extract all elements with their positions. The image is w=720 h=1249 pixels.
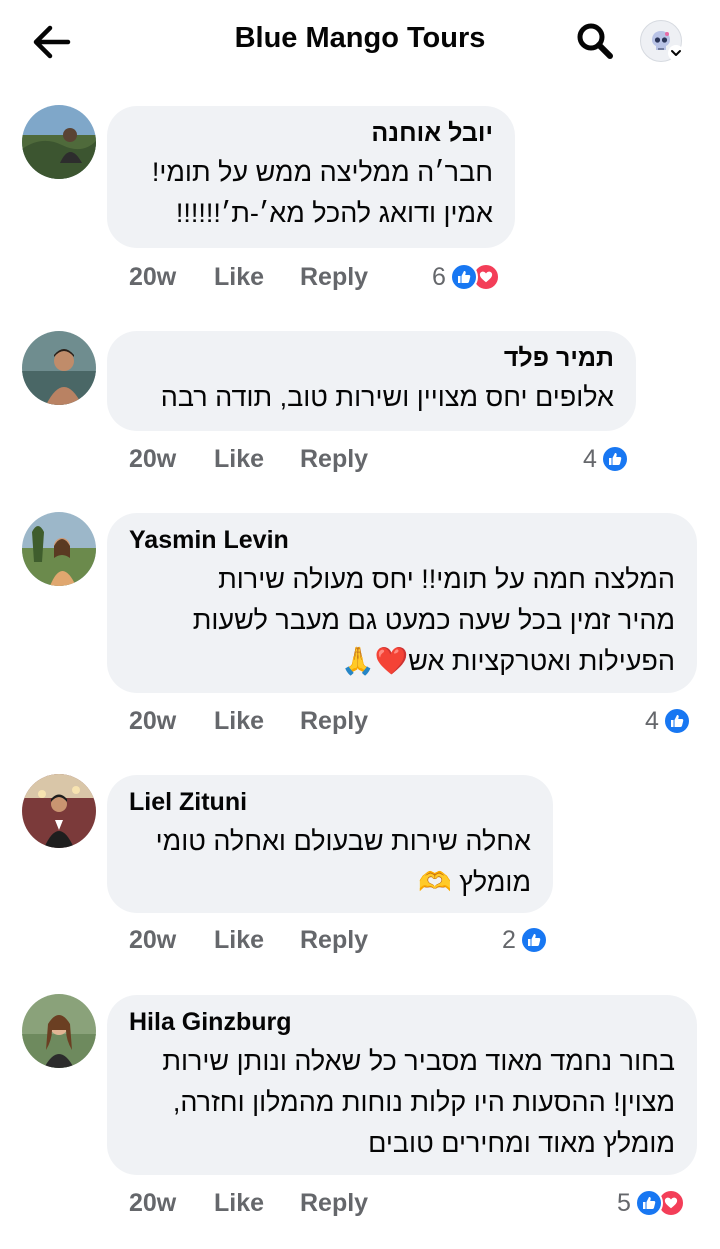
comment-author[interactable]: יובל אוחנה	[129, 118, 493, 148]
comment-text-line: אלופים יחס מצויין ושירות טוב, תודה רבה	[160, 382, 614, 412]
comment-text: המלצה חמה על תומי!! יחס מעולה שירות מהיר…	[129, 559, 675, 682]
comment-bubble: יובל אוחנה חבר׳ה ממליצה ממש על תומי! אמי…	[107, 106, 515, 248]
reaction-count: 5	[617, 1189, 631, 1217]
comment-actions: 20w Like Reply 4	[129, 704, 709, 738]
avatar[interactable]	[22, 994, 96, 1068]
arrow-left-icon	[33, 25, 71, 59]
reply-button[interactable]: Reply	[300, 442, 368, 476]
comment-text: חבר׳ה ממליצה ממש על תומי! אמין ודואג להכ…	[129, 152, 493, 234]
avatar[interactable]	[22, 331, 96, 405]
search-button[interactable]	[570, 16, 620, 66]
like-button[interactable]: Like	[214, 704, 264, 738]
comment-author[interactable]: Hila Ginzburg	[129, 1007, 675, 1037]
comment-bubble: Liel Zituni אחלה שירות שבעולם ואחלה טומי…	[107, 775, 553, 913]
comment-actions: 20w Like Reply 6	[129, 260, 709, 294]
back-button[interactable]	[26, 16, 78, 68]
comment-bubble: Yasmin Levin המלצה חמה על תומי!! יחס מעו…	[107, 513, 697, 693]
reactions-summary[interactable]: 5	[617, 1186, 685, 1220]
reactions-summary[interactable]: 2	[502, 923, 548, 957]
comment-actions: 20w Like Reply 4	[129, 442, 709, 476]
comment-bubble: Hila Ginzburg בחור נחמד מאוד מסביר כל שא…	[107, 995, 697, 1175]
comment-time[interactable]: 20w	[129, 923, 176, 957]
comment-author[interactable]: תמיר פלד	[129, 343, 614, 373]
like-button[interactable]: Like	[214, 260, 264, 294]
thumbs-up-icon	[662, 707, 691, 735]
reaction-count: 4	[645, 707, 659, 735]
comment-text-line: חבר׳ה ממליצה ממש על תומי!	[151, 157, 493, 187]
reply-button[interactable]: Reply	[300, 260, 368, 294]
avatar[interactable]	[22, 774, 96, 848]
comment-actions: 20w Like Reply 2	[129, 923, 709, 957]
reply-button[interactable]: Reply	[300, 923, 368, 957]
comment-author[interactable]: Yasmin Levin	[129, 525, 675, 555]
page-title: Blue Mango Tours	[234, 22, 486, 54]
comment-text: אחלה שירות שבעולם ואחלה טומי מומלץ 🫶	[129, 821, 531, 903]
reaction-count: 4	[583, 445, 597, 473]
comment-text-line: מומלץ מאוד ומחירים טובים	[368, 1128, 675, 1158]
comment-text-line: המלצה חמה על תומי!! יחס מעולה שירות	[218, 564, 675, 594]
comment-time[interactable]: 20w	[129, 1186, 176, 1220]
like-button[interactable]: Like	[214, 442, 264, 476]
like-button[interactable]: Like	[214, 923, 264, 957]
thumbs-up-icon	[449, 263, 478, 291]
comment-text-line: אמין ודואג להכל מא׳-ת׳!!!!!!	[175, 198, 493, 228]
like-button[interactable]: Like	[214, 1186, 264, 1220]
comment-time[interactable]: 20w	[129, 260, 176, 294]
comment-time[interactable]: 20w	[129, 442, 176, 476]
comment-actions: 20w Like Reply 5	[129, 1186, 709, 1220]
comment-text: אלופים יחס מצויין ושירות טוב, תודה רבה	[129, 377, 614, 418]
reply-button[interactable]: Reply	[300, 704, 368, 738]
profile-menu-button[interactable]	[638, 18, 688, 68]
comment-text-line: הפעילות ואטרקציות אש❤️🙏	[341, 646, 675, 676]
comment-author[interactable]: Liel Zituni	[129, 787, 531, 817]
thumbs-up-icon	[634, 1189, 663, 1217]
reactions-summary[interactable]: 4	[645, 704, 691, 738]
comment-text-line: אחלה שירות שבעולם ואחלה טומי	[155, 826, 531, 856]
comment-text: בחור נחמד מאוד מסביר כל שאלה ונותן שירות…	[129, 1041, 675, 1164]
comment-text-line: מומלץ 🫶	[418, 867, 531, 897]
reactions-summary[interactable]: 4	[583, 442, 629, 476]
reaction-count: 2	[502, 926, 516, 954]
avatar[interactable]	[22, 105, 96, 179]
comment-time[interactable]: 20w	[129, 704, 176, 738]
search-icon	[577, 23, 613, 59]
thumbs-up-icon	[519, 926, 548, 954]
chevron-down-icon	[668, 45, 684, 61]
reaction-count: 6	[432, 263, 446, 291]
avatar[interactable]	[22, 512, 96, 586]
comment-text-line: מצוין! ההסעות היו קלות נוחות מהמלון וחזר…	[172, 1087, 675, 1117]
comment-text-line: בחור נחמד מאוד מסביר כל שאלה ונותן שירות	[162, 1046, 675, 1076]
thumbs-up-icon	[600, 445, 629, 473]
reactions-summary[interactable]: 6	[432, 260, 500, 294]
top-bar: Blue Mango Tours	[0, 0, 720, 84]
reply-button[interactable]: Reply	[300, 1186, 368, 1220]
comment-bubble: תמיר פלד אלופים יחס מצויין ושירות טוב, ת…	[107, 331, 636, 431]
comment-text-line: מהיר זמין בכל שעה כמעט גם מעבר לשעות	[192, 605, 675, 635]
